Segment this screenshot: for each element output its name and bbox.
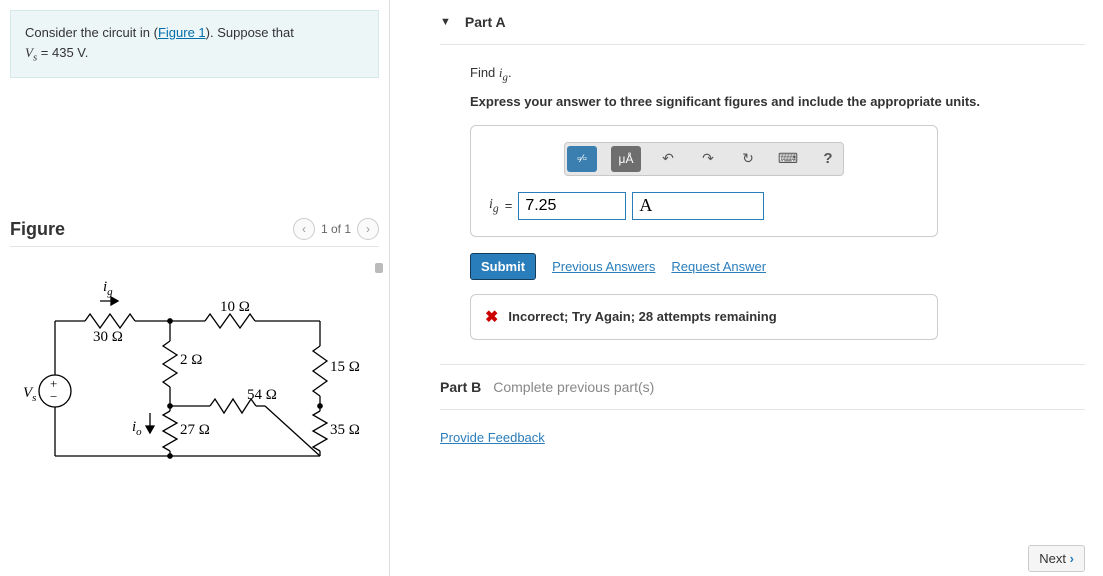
part-a-header[interactable]: ▼ Part A xyxy=(440,14,1085,45)
vs-value: = 435 V. xyxy=(37,45,88,60)
undo-button[interactable]: ↶ xyxy=(655,147,681,171)
answer-instruction: Express your answer to three significant… xyxy=(470,94,1085,109)
svg-text:ig: ig xyxy=(103,279,113,298)
previous-answers-link[interactable]: Previous Answers xyxy=(552,259,655,274)
svg-text:30 Ω: 30 Ω xyxy=(93,329,123,345)
value-input[interactable] xyxy=(518,192,626,220)
pager-prev-button[interactable]: ‹ xyxy=(293,218,315,240)
svg-text:15 Ω: 15 Ω xyxy=(330,359,360,375)
scrollbar-thumb[interactable] xyxy=(375,263,383,273)
pager-text: 1 of 1 xyxy=(321,222,351,236)
problem-statement: Consider the circuit in (Figure 1). Supp… xyxy=(10,10,379,78)
left-pane: Consider the circuit in (Figure 1). Supp… xyxy=(0,0,390,576)
part-a-body: Find ig. Express your answer to three si… xyxy=(440,45,1085,340)
svg-text:54 Ω: 54 Ω xyxy=(247,387,277,403)
vs-var: V xyxy=(25,45,33,60)
answer-row: ig = xyxy=(489,192,919,220)
template-button[interactable]: ▫⁄▫ xyxy=(567,146,597,172)
redo-button[interactable]: ↷ xyxy=(695,147,721,171)
part-b-title: Part B xyxy=(440,379,481,395)
figure-link[interactable]: Figure 1 xyxy=(158,25,206,40)
collapse-icon: ▼ xyxy=(440,16,451,28)
pager-next-button[interactable]: › xyxy=(357,218,379,240)
find-text: Find ig. xyxy=(470,65,1085,84)
feedback-text: Incorrect; Try Again; 28 attempts remain… xyxy=(508,309,776,324)
svg-text:35 Ω: 35 Ω xyxy=(330,422,360,438)
svg-text:10 Ω: 10 Ω xyxy=(220,299,250,315)
action-row: Submit Previous Answers Request Answer xyxy=(470,253,1085,280)
svg-text:io: io xyxy=(132,419,142,438)
keyboard-button[interactable]: ⌨ xyxy=(775,147,801,171)
figure-body: + − Vs ig 30 Ω 10 Ω 2 Ω 15 Ω 35 Ω 27 Ω 5… xyxy=(10,261,379,474)
svg-text:Vs: Vs xyxy=(23,385,36,404)
provide-feedback-link[interactable]: Provide Feedback xyxy=(440,430,545,445)
chevron-right-icon: › xyxy=(1070,551,1074,566)
submit-button[interactable]: Submit xyxy=(470,253,536,280)
next-button[interactable]: Next › xyxy=(1028,545,1085,572)
answer-box: ▫⁄▫ μÅ ↶ ↷ ↻ ⌨ ? ig = xyxy=(470,125,938,237)
part-a-title: Part A xyxy=(465,14,506,30)
answer-var-label: ig xyxy=(489,197,499,215)
incorrect-icon: ✖ xyxy=(485,307,498,327)
prompt-text: Consider the circuit in ( xyxy=(25,25,158,40)
help-button[interactable]: ? xyxy=(815,147,841,171)
right-pane: ▼ Part A Find ig. Express your answer to… xyxy=(390,0,1103,576)
units-button[interactable]: μÅ xyxy=(611,146,641,172)
equals-sign: = xyxy=(505,198,513,213)
svg-text:−: − xyxy=(50,389,57,404)
figure-title: Figure xyxy=(10,219,65,240)
circuit-diagram: + − Vs ig 30 Ω 10 Ω 2 Ω 15 Ω 35 Ω 27 Ω 5… xyxy=(10,261,370,471)
svg-text:2 Ω: 2 Ω xyxy=(180,352,202,368)
prompt-text-2: ). Suppose that xyxy=(206,25,294,40)
unit-input[interactable] xyxy=(632,192,764,220)
reset-button[interactable]: ↻ xyxy=(735,147,761,171)
figure-section: Figure ‹ 1 of 1 › xyxy=(10,218,379,474)
part-b-sub: Complete previous part(s) xyxy=(493,379,654,395)
answer-toolbar: ▫⁄▫ μÅ ↶ ↷ ↻ ⌨ ? xyxy=(564,142,844,176)
figure-pager: ‹ 1 of 1 › xyxy=(293,218,379,240)
svg-text:27 Ω: 27 Ω xyxy=(180,422,210,438)
request-answer-link[interactable]: Request Answer xyxy=(671,259,766,274)
part-b-header[interactable]: Part B Complete previous part(s) xyxy=(440,364,1085,410)
feedback-box: ✖ Incorrect; Try Again; 28 attempts rema… xyxy=(470,294,938,340)
